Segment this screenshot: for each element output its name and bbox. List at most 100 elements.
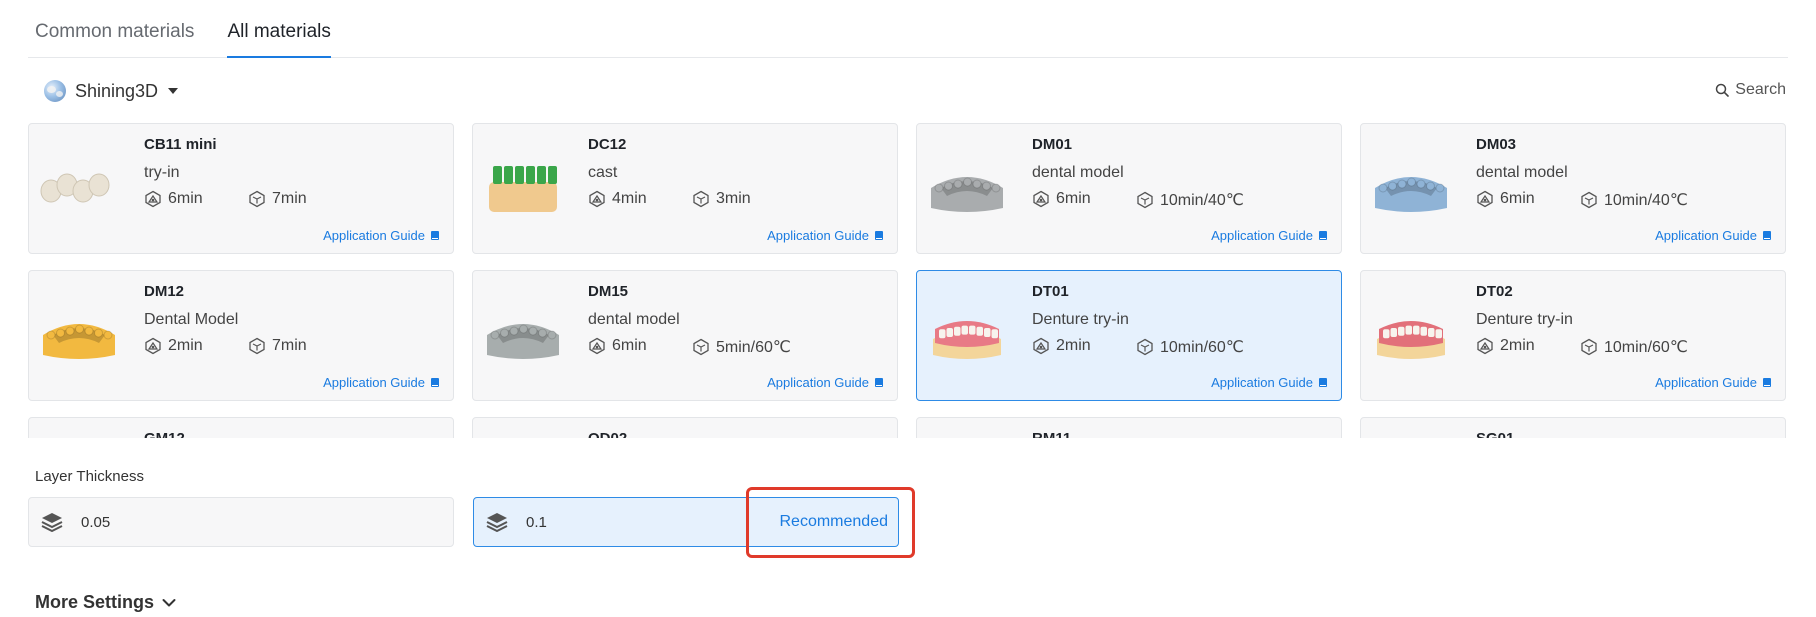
layer-thickness-label: Layer Thickness [35, 468, 144, 485]
book-icon [431, 378, 439, 387]
layer-thickness-value: 0.1 [526, 513, 547, 531]
cure-time-value: 7min [272, 337, 307, 354]
wash-time-icon [145, 190, 161, 208]
more-settings-label: More Settings [35, 592, 155, 612]
material-card-sg01[interactable]: SG01 Application Guide [1360, 417, 1786, 438]
wash-time-value: 2min [168, 337, 203, 354]
material-type: try-in [144, 164, 180, 181]
material-thumbnail [489, 166, 557, 212]
material-card-cb11-mini[interactable]: CB11 mini try-in 6min 7min Application G… [28, 123, 454, 254]
cure-time-icon [693, 338, 709, 356]
cure-time-icon [1581, 191, 1597, 209]
material-card-dt02[interactable]: DT02 Denture try-in 2min 10min/60℃ Appli… [1360, 270, 1786, 401]
material-card-dm01[interactable]: DM01 dental model 6min 10min/40℃ Applica… [916, 123, 1342, 254]
cure-time: 10min/60℃ [1136, 337, 1244, 357]
search-button[interactable]: Search [1715, 81, 1786, 99]
cure-time-icon [1137, 338, 1153, 356]
wash-time-icon [1477, 190, 1493, 208]
material-card-dc12[interactable]: DC12 cast 4min 3min Application Guide [472, 123, 898, 254]
recommended-badge: Recommended [779, 513, 889, 530]
material-tabs: Common materials All materials [28, 0, 1788, 58]
layer-thickness-option-0-1[interactable]: 0.1 Recommended [473, 497, 899, 547]
cure-time-icon [1137, 191, 1153, 209]
wash-time: 2min [1476, 337, 1535, 355]
wash-time: 6min [1032, 190, 1091, 208]
material-name: CB11 mini [144, 136, 217, 153]
application-guide-label: Application Guide [1211, 375, 1313, 390]
wash-time: 6min [588, 337, 647, 355]
application-guide-link[interactable]: Application Guide [323, 375, 439, 390]
application-guide-label: Application Guide [767, 228, 869, 243]
brand-label: Shining3D [75, 80, 159, 101]
material-name: RM11 [1032, 430, 1071, 438]
application-guide-label: Application Guide [1655, 375, 1757, 390]
wash-time: 2min [1032, 337, 1091, 355]
wash-time-value: 6min [1056, 190, 1091, 207]
material-name: DM03 [1476, 136, 1517, 153]
book-icon [875, 231, 883, 240]
wash-time-value: 2min [1056, 337, 1091, 354]
material-name: DT01 [1032, 283, 1069, 300]
material-name: DT02 [1476, 283, 1513, 300]
material-name: DC12 [588, 136, 627, 153]
book-icon [1763, 378, 1771, 387]
material-thumbnail [487, 324, 559, 359]
material-type: cast [588, 164, 618, 181]
material-type: dental model [1032, 164, 1124, 181]
application-guide-link[interactable]: Application Guide [323, 228, 439, 243]
material-card-od02[interactable]: OD02 Application Guide [472, 417, 898, 438]
cure-time: 5min/60℃ [692, 337, 791, 357]
material-card-dm15[interactable]: DM15 dental model 6min 5min/60℃ Applicat… [472, 270, 898, 401]
material-card-gm12[interactable]: GM12 Application Guide [28, 417, 454, 438]
more-settings-toggle[interactable]: More Settings [35, 592, 176, 613]
wash-time-value: 6min [1500, 190, 1535, 207]
cure-time-icon [249, 190, 265, 208]
wash-time-value: 6min [168, 190, 203, 207]
application-guide-link[interactable]: Application Guide [1211, 228, 1327, 243]
cure-time-value: 3min [716, 190, 751, 207]
material-thumbnail [40, 173, 110, 203]
application-guide-link[interactable]: Application Guide [767, 375, 883, 390]
wash-time: 6min [1476, 190, 1535, 208]
book-icon [875, 378, 883, 387]
application-guide-link[interactable]: Application Guide [767, 228, 883, 243]
material-card-dm03[interactable]: DM03 dental model 6min 10min/40℃ Applica… [1360, 123, 1786, 254]
material-type: Denture try-in [1032, 311, 1129, 328]
application-guide-link[interactable]: Application Guide [1211, 375, 1327, 390]
wash-time-value: 4min [612, 190, 647, 207]
material-type: Denture try-in [1476, 311, 1573, 328]
tab-common-materials[interactable]: Common materials [35, 21, 194, 57]
cure-time: 10min/60℃ [1580, 337, 1688, 357]
application-guide-link[interactable]: Application Guide [1655, 375, 1771, 390]
material-name: DM15 [588, 283, 629, 300]
cure-time-value: 10min/60℃ [1604, 339, 1688, 356]
application-guide-label: Application Guide [1211, 228, 1313, 243]
cure-time-icon [1581, 338, 1597, 356]
materials-list[interactable]: CB11 mini try-in 6min 7min Application G… [28, 123, 1790, 438]
book-icon [1763, 231, 1771, 240]
cure-time-value: 7min [272, 190, 307, 207]
application-guide-label: Application Guide [1655, 228, 1757, 243]
wash-time-icon [589, 337, 605, 355]
cure-time: 10min/40℃ [1136, 190, 1244, 210]
globe-icon [44, 80, 66, 102]
material-card-dm12[interactable]: DM12 Dental Model 2min 7min Application … [28, 270, 454, 401]
cure-time: 3min [692, 190, 751, 208]
cure-time: 7min [248, 190, 307, 208]
layers-icon [486, 513, 508, 532]
brand-selector[interactable]: Shining3D [44, 80, 179, 102]
material-type: dental model [1476, 164, 1568, 181]
layer-thickness-option-0-05[interactable]: 0.05 [28, 497, 454, 547]
wash-time-icon [1033, 337, 1049, 355]
material-thumbnail [931, 177, 1003, 212]
caret-down-icon [168, 88, 179, 94]
material-name: OD02 [588, 430, 627, 438]
tab-all-materials[interactable]: All materials [227, 21, 332, 58]
application-guide-link[interactable]: Application Guide [1655, 228, 1771, 243]
wash-time-icon [145, 337, 161, 355]
wash-time: 4min [588, 190, 647, 208]
material-card-rm11[interactable]: RM11 Application Guide [916, 417, 1342, 438]
material-card-dt01[interactable]: DT01 Denture try-in 2min 10min/60℃ Appli… [916, 270, 1342, 401]
application-guide-label: Application Guide [323, 228, 425, 243]
material-thumbnail [43, 324, 115, 359]
